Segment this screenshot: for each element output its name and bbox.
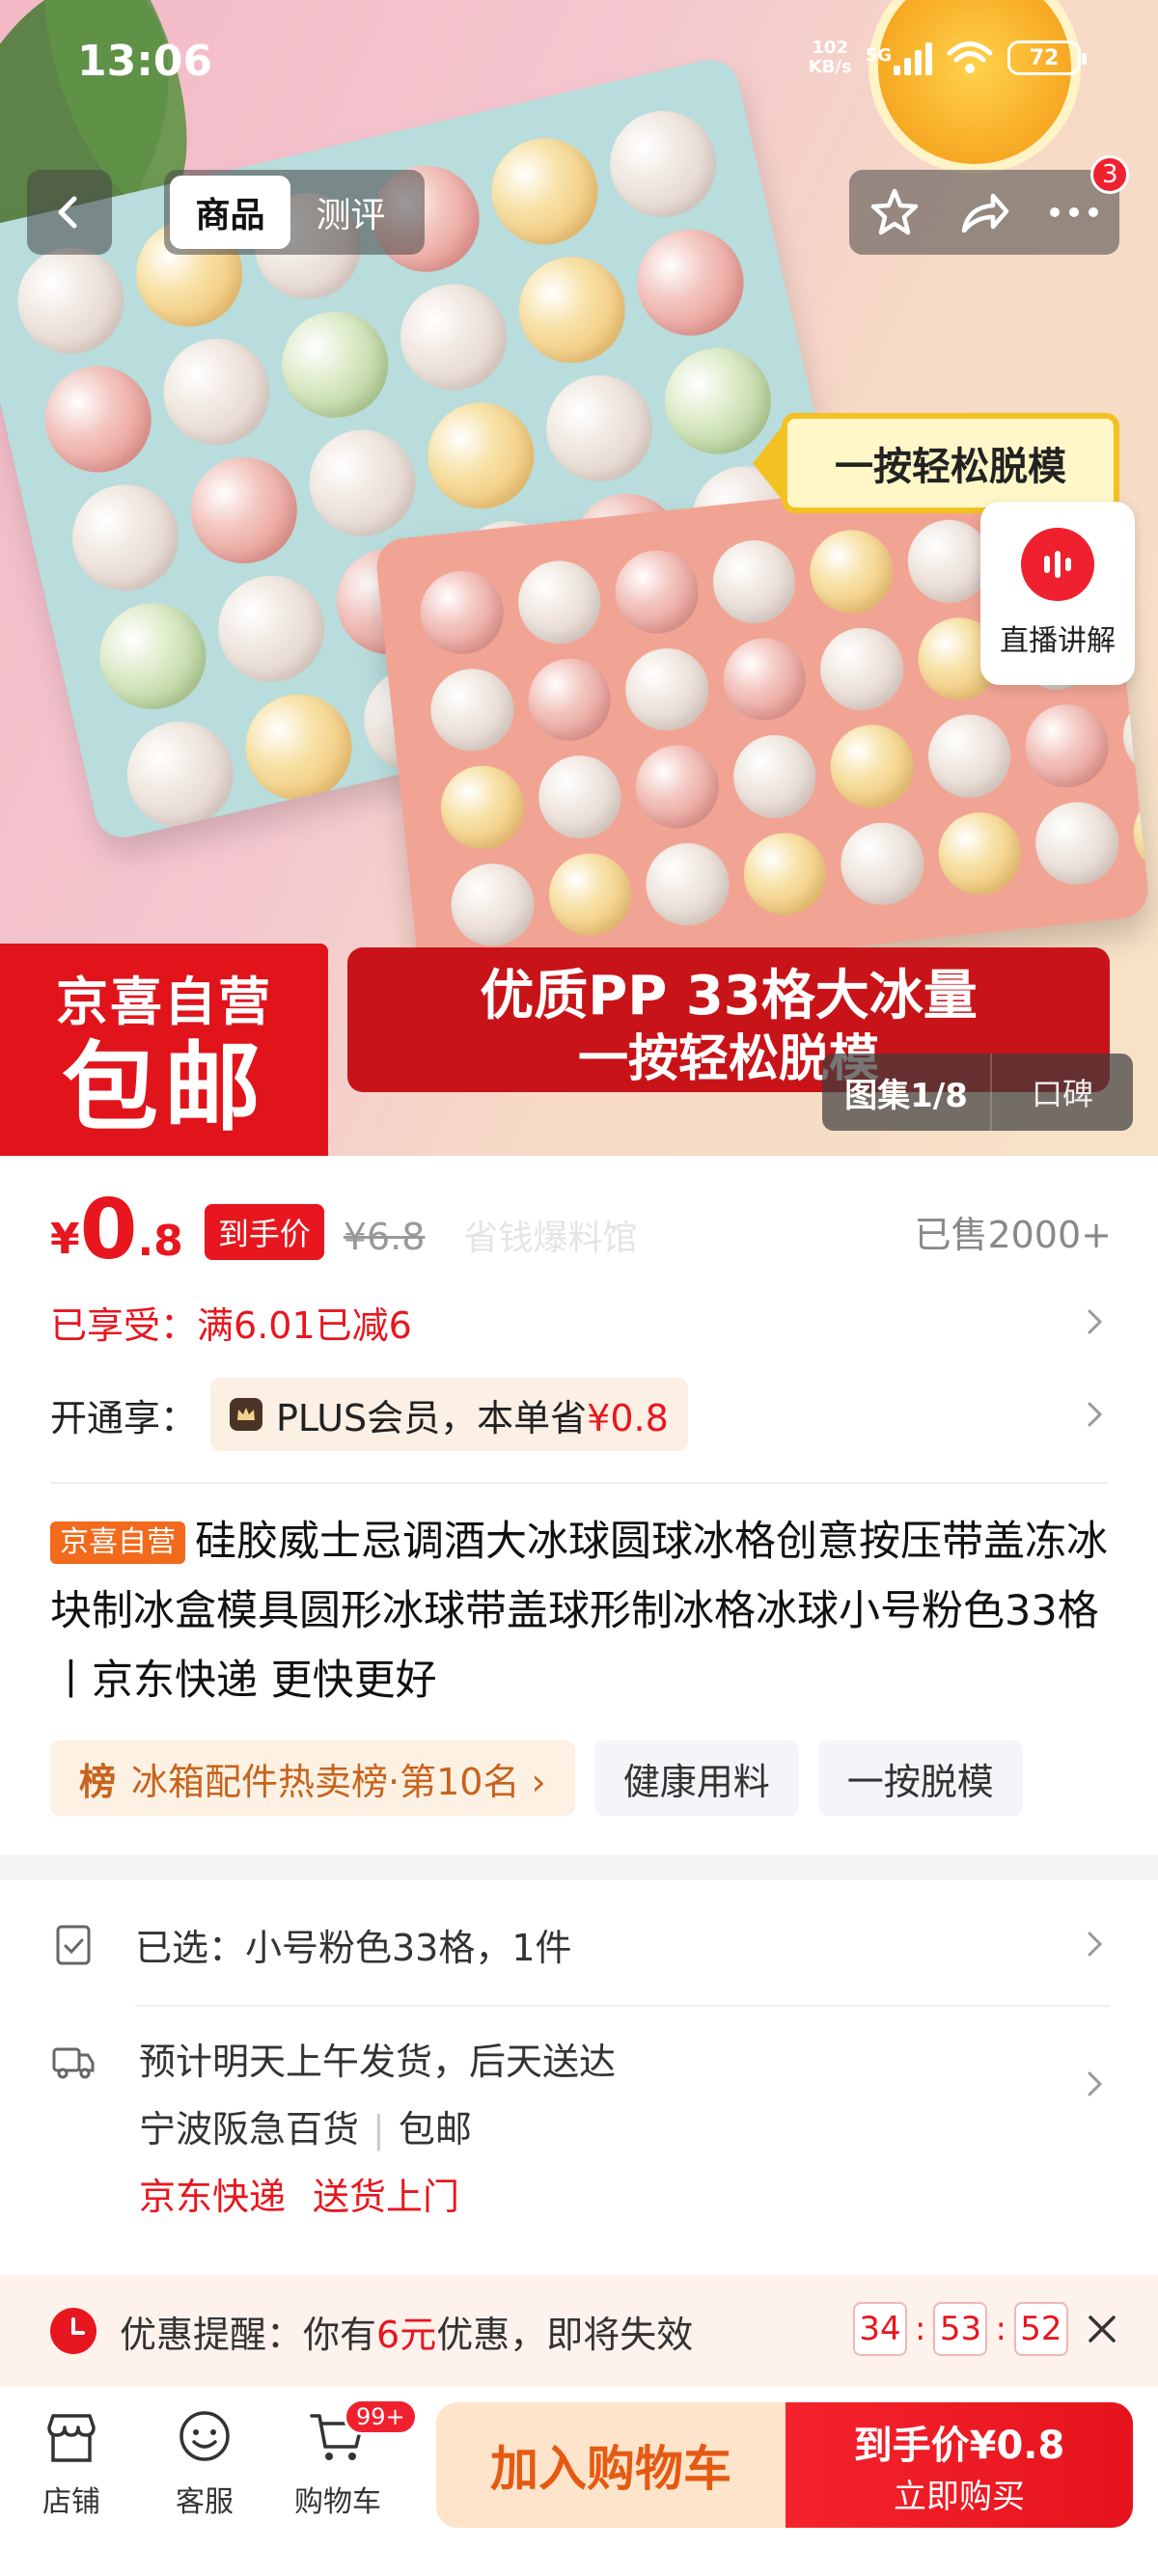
banner-free-shipping-text: 包邮 — [62, 1030, 266, 1144]
banner-store-badge: 京喜自营 包邮 — [0, 944, 328, 1156]
countdown-timer: 34 : 53 : 52 — [853, 2302, 1068, 2356]
reminder-suffix: 优惠，即将失效 — [436, 2313, 694, 2356]
clock-icon — [50, 2308, 96, 2354]
battery-icon: 72 — [1007, 41, 1087, 75]
customer-service-button[interactable]: 客服 — [137, 2406, 272, 2520]
arrow-callout: 一按轻松脱模 — [782, 413, 1119, 513]
buy-now-button[interactable]: 到手价¥0.8 立即购买 — [786, 2402, 1133, 2528]
favorite-button[interactable] — [861, 178, 928, 246]
selected-spec-text: 已选：小号粉色33格，1件 — [135, 1926, 572, 1969]
share-button[interactable] — [951, 178, 1018, 246]
back-button[interactable] — [27, 170, 112, 255]
timer-hours: 34 — [853, 2302, 907, 2356]
truck-icon — [52, 2047, 95, 2079]
price-integer: 0 — [79, 1182, 138, 1278]
plus-text: PLUS会员，本单省 — [276, 1396, 588, 1439]
buy-now-label: 立即购买 — [894, 2477, 1025, 2516]
rank-label: 冰箱配件热卖榜·第10名 › — [131, 1760, 546, 1803]
plus-member-row[interactable]: 开通享： PLUS会员，本单省¥0.8 — [50, 1376, 1112, 1453]
shipping-tag: 京东快递 — [139, 2176, 287, 2218]
star-icon — [870, 188, 918, 235]
chevron-right-icon — [1088, 2071, 1103, 2096]
feature-chip[interactable]: 健康用料 — [593, 1740, 799, 1816]
feature-chip[interactable]: 一按脱模 — [817, 1740, 1023, 1816]
store-label: 店铺 — [42, 2485, 100, 2519]
network-type: 5G — [865, 45, 892, 66]
timer-minutes: 53 — [933, 2302, 988, 2356]
timer-seconds: 52 — [1013, 2302, 1068, 2356]
chevron-right-icon — [1088, 1402, 1103, 1427]
original-price: ¥6.8 — [343, 1216, 426, 1258]
cart-button[interactable]: 99+ 购物车 — [270, 2398, 418, 2520]
plus-saving: ¥0.8 — [587, 1396, 669, 1439]
plus-label: 开通享： — [50, 1396, 198, 1439]
clipboard-check-icon — [56, 1925, 91, 1965]
store-icon — [47, 2414, 96, 2462]
discount-label: 已享受： — [50, 1303, 198, 1347]
live-explain-button[interactable]: 直播讲解 — [980, 502, 1135, 685]
divider — [135, 2005, 1110, 2007]
reminder-amount: 6元 — [376, 2313, 437, 2356]
live-label: 直播讲解 — [1000, 624, 1116, 658]
selected-spec-row[interactable]: 已选：小号粉色33格，1件 — [50, 1891, 1112, 1997]
tab-review[interactable]: 测评 — [290, 176, 411, 249]
crown-icon — [230, 1398, 263, 1431]
bottom-action-bar: 店铺 客服 99+ 购物车 加入购物车 到手价¥0.8 立即购买 — [0, 2387, 1158, 2576]
gallery-tab[interactable]: 图集1/8 — [822, 1054, 992, 1131]
more-icon — [1050, 207, 1099, 217]
live-icon — [1021, 528, 1094, 601]
product-chips: 榜 冰箱配件热卖榜·第10名 › 健康用料 一按脱模 — [50, 1740, 1121, 1818]
network-rate: 102 KB/s — [808, 38, 852, 77]
buy-price-label: 到手价¥0.8 — [853, 2423, 1065, 2468]
plus-member-pill[interactable]: PLUS会员，本单省¥0.8 — [210, 1378, 688, 1451]
reminder-prefix: 优惠提醒：你有 — [120, 2313, 377, 2356]
share-icon — [961, 193, 1009, 233]
top-actions: 3 — [849, 155, 1130, 255]
discount-text: 满6.01已减6 — [197, 1303, 412, 1347]
price-decimal: .8 — [137, 1217, 183, 1266]
product-title: 京喜自营 硅胶威士忌调酒大冰球圆球冰格创意按压带盖冻冰块制冰盒模具圆形冰球带盖球形… — [50, 1507, 1112, 1715]
ranking-chip[interactable]: 榜 冰箱配件热卖榜·第10名 › — [50, 1740, 575, 1816]
status-bar: 13:06 102 KB/s 5G 72 — [0, 0, 1158, 135]
currency-symbol: ¥ — [50, 1215, 80, 1264]
store-button[interactable]: 店铺 — [4, 2406, 139, 2520]
shipping-tag: 送货上门 — [313, 2176, 460, 2218]
banner-store-text: 京喜自营 — [56, 971, 272, 1032]
signal-icon — [894, 41, 932, 75]
coupon-reminder-bar[interactable]: 优惠提醒：你有 6元 优惠，即将失效 34 : 53 : 52 — [0, 2275, 1158, 2387]
status-time: 13:06 — [77, 37, 213, 86]
cart-count-badge: 99+ — [344, 2398, 418, 2435]
more-button[interactable]: 3 — [1040, 155, 1130, 246]
cart-label: 购物车 — [294, 2485, 381, 2519]
tab-product[interactable]: 商品 — [170, 176, 290, 249]
wifi-icon — [947, 41, 993, 73]
delivery-estimate: 预计明天上午发货，后天送达 — [139, 2041, 617, 2083]
reviews-tab[interactable]: 口碑 — [992, 1070, 1133, 1114]
product-title-text: 硅胶威士忌调酒大冰球圆球冰格创意按压带盖冻冰块制冰盒模具圆形冰球带盖球形制冰格冰… — [50, 1518, 1108, 1705]
price-row: ¥ 0 .8 到手价 ¥6.8 省钱爆料馆 已售2000+ — [50, 1185, 1112, 1272]
shipping-store: 宁波阪急百货 — [139, 2108, 360, 2151]
section-separator — [0, 1854, 1158, 1879]
status-icons: 102 KB/s 5G 72 — [808, 38, 1087, 77]
rank-prefix: 榜 — [79, 1760, 117, 1803]
store-type-tag: 京喜自营 — [50, 1521, 185, 1564]
discount-enjoyed-row[interactable]: 已享受： 满6.01已减6 — [50, 1295, 1112, 1349]
chevron-left-icon — [58, 196, 77, 229]
service-label: 客服 — [176, 2485, 234, 2519]
close-icon[interactable] — [1081, 2308, 1123, 2350]
smiley-chat-icon — [179, 2411, 230, 2461]
banner-feature-line1: 优质PP 33格大冰量 — [480, 964, 978, 1028]
divider — [50, 1482, 1108, 1484]
final-price-tag: 到手价 — [204, 1204, 324, 1260]
chevron-right-icon — [1088, 1309, 1103, 1334]
gallery-switch[interactable]: 图集1/8 口碑 — [822, 1054, 1133, 1131]
sold-count: 已售2000+ — [914, 1214, 1112, 1256]
shipping-row[interactable]: 预计明天上午发货，后天送达 宁波阪急百货 | 包邮 京东快递 送货上门 — [50, 2028, 1112, 2250]
chevron-right-icon — [1088, 1932, 1103, 1957]
add-to-cart-button[interactable]: 加入购物车 — [436, 2402, 786, 2528]
watermark-text: 省钱爆料馆 — [463, 1219, 638, 1258]
free-shipping: 包邮 — [398, 2108, 472, 2151]
page-tabs: 商品 测评 — [164, 170, 425, 255]
